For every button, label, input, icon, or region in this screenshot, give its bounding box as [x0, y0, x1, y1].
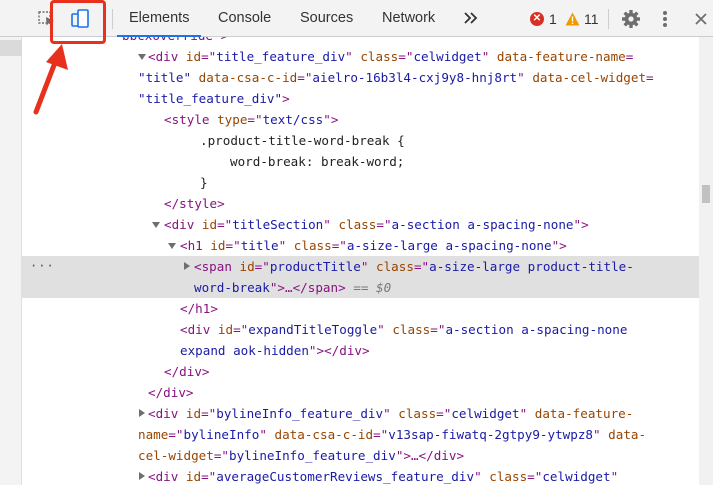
tree-text: expand aok-hidden"></div> — [180, 343, 370, 358]
tree-text: </style> — [164, 196, 225, 211]
tree-text: } — [200, 175, 208, 190]
ellipsis-menu-icon[interactable]: ··· — [30, 256, 55, 277]
tree-text: word-break: break-word; — [230, 154, 405, 169]
tree-node-span-product-title-selected[interactable]: ··· <span id="productTitle" class="a-siz… — [22, 256, 699, 277]
tree-text: <div id="expandTitleToggle" class="a-sec… — [180, 322, 628, 337]
tree-line[interactable]: </h1> — [22, 298, 699, 319]
toolbar-divider — [608, 9, 609, 29]
errors-badge[interactable]: ✕ 1 — [530, 10, 557, 28]
close-devtools-icon[interactable] — [690, 8, 712, 30]
tree-node-title-section[interactable]: <div id="titleSection" class="a-section … — [22, 214, 699, 235]
gutter-marker — [0, 40, 22, 56]
tree-line[interactable]: </div> — [22, 361, 699, 382]
error-icon: ✕ — [530, 12, 544, 26]
more-options-icon[interactable] — [656, 8, 674, 30]
tab-elements[interactable]: Elements — [116, 0, 203, 37]
expand-triangle-icon[interactable] — [152, 222, 160, 228]
tree-text: </div> — [164, 364, 210, 379]
tree-line[interactable]: name="bylineInfo" data-csa-c-id="v13sap-… — [22, 424, 699, 445]
tree-line[interactable]: expand aok-hidden"></div> — [22, 340, 699, 361]
tree-text: "title_feature_div"> — [138, 91, 290, 106]
tree-node-h1-title[interactable]: <h1 id="title" class="a-size-large a-spa… — [22, 235, 699, 256]
tree-node-title-feature-div[interactable]: <div id="title_feature_div" class="celwi… — [22, 46, 699, 67]
tree-text: <span id="productTitle" class="a-size-la… — [194, 259, 634, 274]
tree-line-selected[interactable]: word-break">…</span> == $0 — [22, 277, 699, 298]
errors-count: 1 — [549, 11, 557, 27]
vertical-scrollbar[interactable] — [699, 37, 713, 485]
tree-text: name="bylineInfo" data-csa-c-id="v13sap-… — [138, 427, 647, 442]
toolbar-divider — [112, 9, 113, 29]
tree-node-byline-info[interactable]: <div id="bylineInfo_feature_div" class="… — [22, 403, 699, 424]
collapse-triangle-icon[interactable] — [139, 472, 145, 480]
elements-tree[interactable]: bbcxoverride"> <div id="title_feature_di… — [22, 37, 699, 485]
more-tabs-icon[interactable] — [462, 9, 480, 27]
tree-line[interactable]: "title_feature_div"> — [22, 88, 699, 109]
tree-text: </h1> — [180, 301, 218, 316]
tab-network[interactable]: Network — [382, 0, 435, 36]
css-text-line[interactable]: .product-title-word-break { — [22, 130, 699, 151]
css-text-line[interactable]: } — [22, 172, 699, 193]
tree-node-expand-title-toggle[interactable]: <div id="expandTitleToggle" class="a-sec… — [22, 319, 699, 340]
tree-line[interactable]: cel-widget="bylineInfo_feature_div">…</d… — [22, 445, 699, 466]
annotation-highlight-box — [50, 0, 106, 44]
tree-text: "title" data-csa-c-id="aielro-16b3l4-cxj… — [138, 70, 654, 85]
tree-node-style[interactable]: <style type="text/css"> — [22, 109, 699, 130]
warning-icon — [565, 12, 580, 26]
annotation-arrow-icon — [33, 44, 68, 115]
tree-line[interactable]: </div> — [22, 382, 699, 403]
tree-text: <h1 id="title" class="a-size-large a-spa… — [180, 238, 567, 253]
tree-text: <div id="bylineInfo_feature_div" class="… — [148, 406, 634, 421]
expand-triangle-icon[interactable] — [138, 54, 146, 60]
breadcrumb-gutter — [0, 37, 22, 485]
scrollbar-thumb[interactable] — [702, 185, 710, 203]
tree-text: bbcxoverride"> — [122, 37, 228, 46]
tree-line[interactable]: </style> — [22, 193, 699, 214]
settings-gear-icon[interactable] — [620, 8, 642, 30]
tree-text: cel-widget="bylineInfo_feature_div">…</d… — [138, 448, 465, 463]
tree-node-average-customer-reviews[interactable]: <div id="averageCustomerReviews_feature_… — [22, 466, 699, 485]
tree-line[interactable]: bbcxoverride"> — [22, 37, 699, 46]
tree-text: <div id="averageCustomerReviews_feature_… — [148, 469, 619, 484]
tree-text: </div> — [148, 385, 194, 400]
tree-text: <style type="text/css"> — [164, 112, 339, 127]
tree-text: word-break">…</span> == $0 — [194, 280, 392, 295]
collapse-triangle-icon[interactable] — [184, 262, 190, 270]
tree-text: <div id="titleSection" class="a-section … — [164, 217, 589, 232]
collapse-triangle-icon[interactable] — [139, 409, 145, 417]
expand-triangle-icon[interactable] — [168, 243, 176, 249]
warnings-count: 11 — [584, 11, 599, 27]
tree-line[interactable]: "title" data-csa-c-id="aielro-16b3l4-cxj… — [22, 67, 699, 88]
css-text-line[interactable]: word-break: break-word; — [22, 151, 699, 172]
tree-text: .product-title-word-break { — [200, 133, 405, 148]
warnings-badge[interactable]: 11 — [565, 10, 599, 28]
tree-text: <div id="title_feature_div" class="celwi… — [148, 49, 634, 64]
devtools-toolbar: Elements Console Sources Network ✕ 1 11 — [0, 0, 713, 37]
tab-sources[interactable]: Sources — [300, 0, 353, 36]
tab-console[interactable]: Console — [218, 0, 271, 36]
